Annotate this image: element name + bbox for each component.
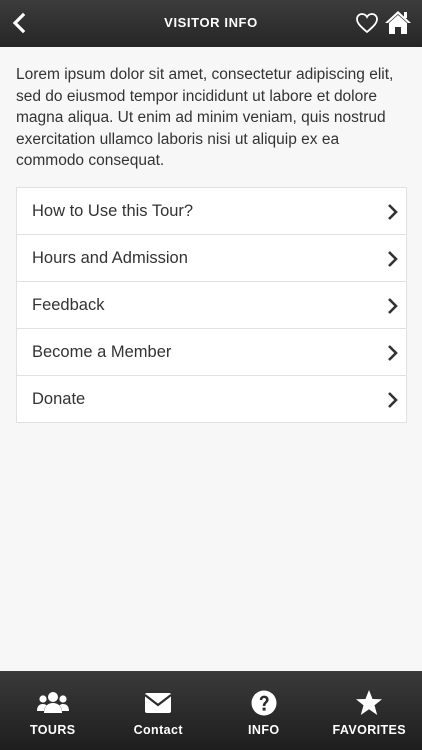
bottom-tab-bar: TOURS Contact INFO FAVORITES — [0, 671, 422, 750]
tab-label: INFO — [248, 723, 280, 737]
chevron-right-icon — [388, 392, 398, 408]
chevron-right-icon — [388, 345, 398, 361]
heart-icon[interactable] — [355, 12, 379, 34]
tab-contact[interactable]: Contact — [106, 671, 212, 750]
tab-tours[interactable]: TOURS — [0, 671, 106, 750]
question-circle-icon — [251, 690, 277, 716]
menu-item-label: How to Use this Tour? — [32, 202, 194, 220]
home-icon[interactable] — [384, 9, 412, 35]
menu-item-donate[interactable]: Donate — [17, 376, 406, 423]
star-icon — [356, 690, 383, 715]
tab-label: TOURS — [29, 723, 76, 737]
tab-info[interactable]: INFO — [211, 671, 317, 750]
tab-label: Contact — [133, 723, 183, 737]
menu-item-how-to-use[interactable]: How to Use this Tour? — [17, 188, 406, 235]
menu-item-label: Donate — [32, 390, 86, 408]
chevron-right-icon — [388, 298, 398, 314]
menu-item-become-member[interactable]: Become a Member — [17, 329, 406, 376]
intro-text: Lorem ipsum dolor sit amet, consectetur … — [16, 66, 394, 169]
tab-favorites[interactable]: FAVORITES — [317, 671, 422, 750]
tab-label: FAVORITES — [332, 723, 407, 737]
users-icon — [36, 692, 69, 713]
top-bar: VISITOR INFO — [0, 0, 422, 47]
info-menu: How to Use this Tour? Hours and Admissio… — [16, 187, 407, 423]
menu-item-label: Feedback — [32, 296, 105, 314]
menu-item-label: Hours and Admission — [32, 249, 188, 267]
envelope-icon — [144, 693, 172, 713]
menu-item-feedback[interactable]: Feedback — [17, 282, 406, 329]
menu-item-hours-admission[interactable]: Hours and Admission — [17, 235, 406, 282]
chevron-right-icon — [388, 204, 398, 220]
chevron-right-icon — [388, 251, 398, 267]
menu-item-label: Become a Member — [32, 343, 172, 361]
